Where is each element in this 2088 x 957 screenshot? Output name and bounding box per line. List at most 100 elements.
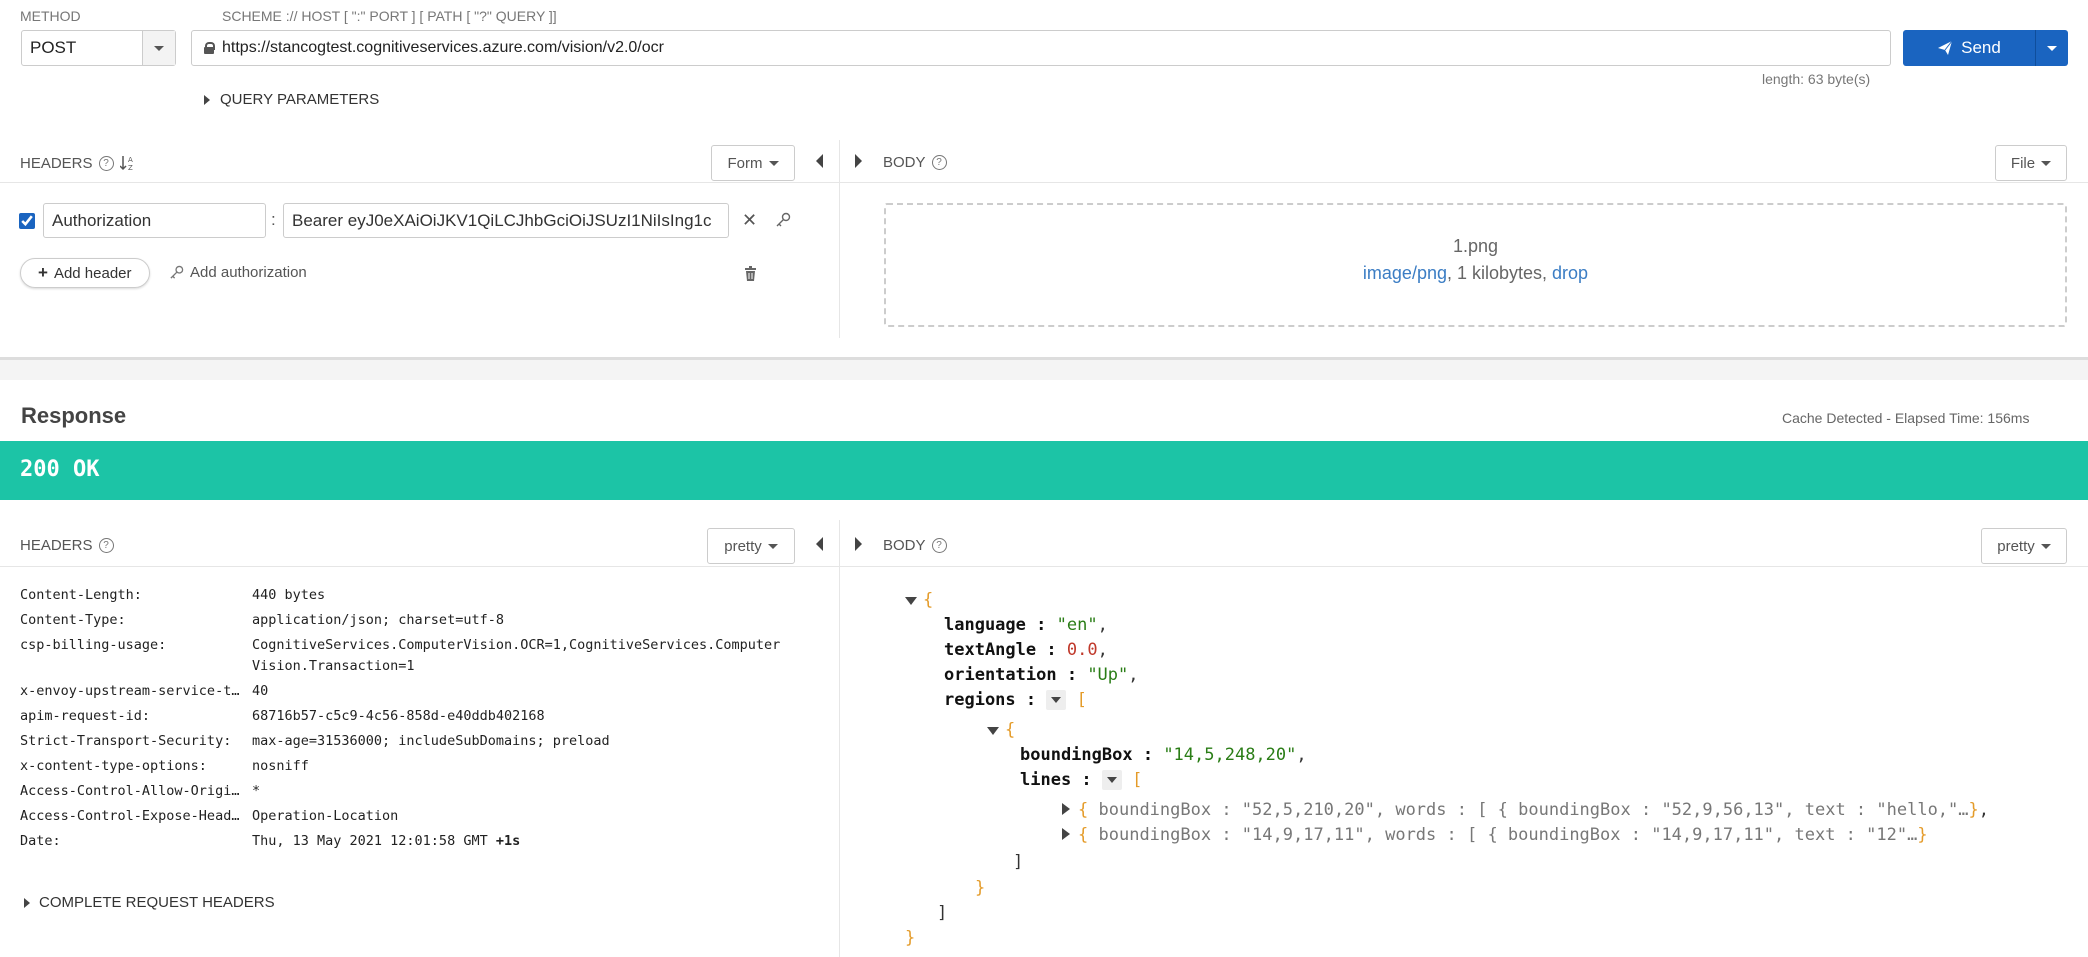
file-type-link[interactable]: image/png [1363, 263, 1447, 283]
json-collapsed-line[interactable]: { boundingBox : "14,9,17,11", words : [ … [1062, 825, 1928, 845]
response-header-name: Content-Length: [20, 587, 142, 603]
help-icon[interactable]: ? [931, 155, 947, 170]
file-drop-link[interactable]: drop [1552, 263, 1588, 283]
complete-request-headers-label: COMPLETE REQUEST HEADERS [39, 894, 275, 911]
response-header-extra: +1s [495, 833, 521, 849]
url-input[interactable]: https://stancogtest.cognitiveservices.az… [191, 30, 1891, 66]
send-button[interactable]: Send [1903, 30, 2068, 66]
help-icon[interactable]: ? [98, 538, 114, 553]
send-options-button[interactable] [2035, 30, 2068, 66]
plus-icon: + [38, 263, 48, 282]
response-body-mode-dropdown[interactable]: pretty [1981, 528, 2067, 564]
method-label: METHOD [20, 8, 81, 24]
json-line: { [905, 590, 933, 610]
json-line: ] [1013, 852, 1024, 872]
collapse-toggle-icon[interactable] [987, 727, 999, 735]
file-drop-zone[interactable]: 1.png image/png, 1 kilobytes, drop [884, 203, 2067, 327]
response-header-name: Date: [20, 833, 61, 849]
chevron-down-icon [154, 45, 164, 51]
json-line: ] [937, 903, 948, 923]
header-name-input[interactable]: Authorization [43, 203, 266, 238]
complete-request-headers-toggle[interactable]: COMPLETE REQUEST HEADERS [24, 894, 275, 911]
expand-toggle-icon[interactable] [1062, 803, 1070, 815]
divider [0, 182, 840, 183]
pane-splitter[interactable] [839, 140, 840, 338]
headers-mode-dropdown[interactable]: Form [711, 145, 795, 181]
chevron-down-icon [2040, 543, 2051, 549]
cache-elapsed-text: Cache Detected - Elapsed Time: 156ms [1782, 410, 2030, 426]
add-authorization-link[interactable]: Add authorization [169, 264, 307, 281]
pane-splitter[interactable] [839, 520, 840, 957]
scheme-hint: SCHEME :// HOST [ ":" PORT ] [ PATH [ "?… [222, 8, 557, 24]
collapse-left-icon[interactable] [816, 154, 823, 173]
json-collapsed-line[interactable]: { boundingBox : "52,5,210,20", words : [… [1062, 800, 1989, 820]
response-headers-mode-label: pretty [724, 537, 762, 555]
chevron-down-icon [768, 160, 779, 166]
response-header-value: Thu, 13 May 2021 12:01:58 GMT [252, 833, 488, 849]
collapse-toggle-icon[interactable] [905, 597, 917, 605]
status-bar: 200 OK [0, 441, 2088, 500]
json-line: language : "en", [944, 615, 1108, 635]
collapse-right-icon[interactable] [855, 154, 862, 173]
add-header-label: Add header [53, 264, 132, 282]
expand-toggle-icon[interactable] [1062, 828, 1070, 840]
trash-icon[interactable] [744, 266, 757, 281]
paper-plane-icon [1938, 40, 1953, 55]
divider [840, 182, 2088, 183]
json-line: regions : [ [944, 690, 1087, 710]
response-header-value: CognitiveServices.ComputerVision.OCR=1,C… [252, 637, 781, 653]
request-body-label: BODY [883, 154, 926, 171]
section-gap [0, 360, 2088, 380]
response-header-value: Operation-Location [252, 808, 399, 824]
json-viewer: { language : "en", textAngle : 0.0, orie… [905, 590, 2075, 957]
query-parameters-toggle[interactable]: QUERY PARAMETERS [204, 91, 379, 108]
json-line: { [987, 720, 1015, 740]
response-body-label: BODY [883, 537, 926, 554]
send-label: Send [1961, 38, 2001, 57]
request-headers-label: HEADERS [20, 154, 93, 172]
remove-header-icon[interactable]: ✕ [742, 210, 757, 231]
help-icon[interactable]: ? [931, 538, 947, 553]
json-line: textAngle : 0.0, [944, 640, 1108, 660]
collapse-toggle-icon[interactable] [1101, 770, 1122, 790]
json-line: lines : [ [1020, 770, 1143, 790]
request-body-title: BODY ? [883, 154, 947, 171]
response-header-name: apim-request-id: [20, 708, 151, 724]
header-colon: : [271, 210, 276, 229]
response-header-value: 440 bytes [252, 587, 326, 603]
divider [840, 566, 2088, 567]
status-code: 200 OK [20, 457, 100, 482]
response-headers-title: HEADERS ? [20, 537, 114, 554]
svg-text:Z: Z [128, 164, 133, 172]
key-icon [170, 265, 184, 279]
response-header-value: 40 [252, 683, 269, 699]
header-value-input[interactable]: Bearer eyJ0eXAiOiJKV1QiLCJhbGciOiJSUzI1N… [283, 203, 729, 238]
header-enabled-checkbox[interactable] [19, 213, 35, 229]
response-header-value: application/json; charset=utf-8 [252, 612, 504, 628]
svg-text:A: A [128, 156, 133, 164]
response-body-title: BODY ? [883, 537, 947, 554]
url-text: https://stancogtest.cognitiveservices.az… [222, 39, 664, 56]
help-icon[interactable]: ? [98, 155, 114, 171]
add-header-button[interactable]: + Add header [20, 258, 150, 288]
response-headers-label: HEADERS [20, 537, 93, 554]
collapse-toggle-icon[interactable] [1046, 690, 1067, 710]
response-header-value-continued: Vision.Transaction=1 [252, 658, 415, 674]
body-mode-dropdown[interactable]: File [1995, 145, 2067, 181]
method-select[interactable]: POST [21, 30, 176, 66]
response-header-name: Access-Control-Allow-Origi… [20, 783, 240, 799]
request-headers-title: HEADERS ? AZ [20, 154, 136, 173]
response-header-name: x-content-type-options: [20, 758, 207, 774]
method-dropdown-button[interactable] [142, 31, 175, 65]
lock-icon [204, 42, 215, 54]
request-length: length: 63 byte(s) [1762, 71, 1871, 87]
collapse-left-icon[interactable] [816, 537, 823, 556]
sort-alpha-icon[interactable]: AZ [119, 154, 136, 172]
response-headers-mode-dropdown[interactable]: pretty [707, 528, 795, 564]
json-line: } [975, 878, 986, 898]
key-icon[interactable] [775, 212, 791, 228]
chevron-down-icon [2041, 160, 2052, 166]
file-name: 1.png [1452, 236, 1499, 256]
response-body-mode-label: pretty [1997, 537, 2035, 555]
collapse-right-icon[interactable] [855, 537, 862, 556]
